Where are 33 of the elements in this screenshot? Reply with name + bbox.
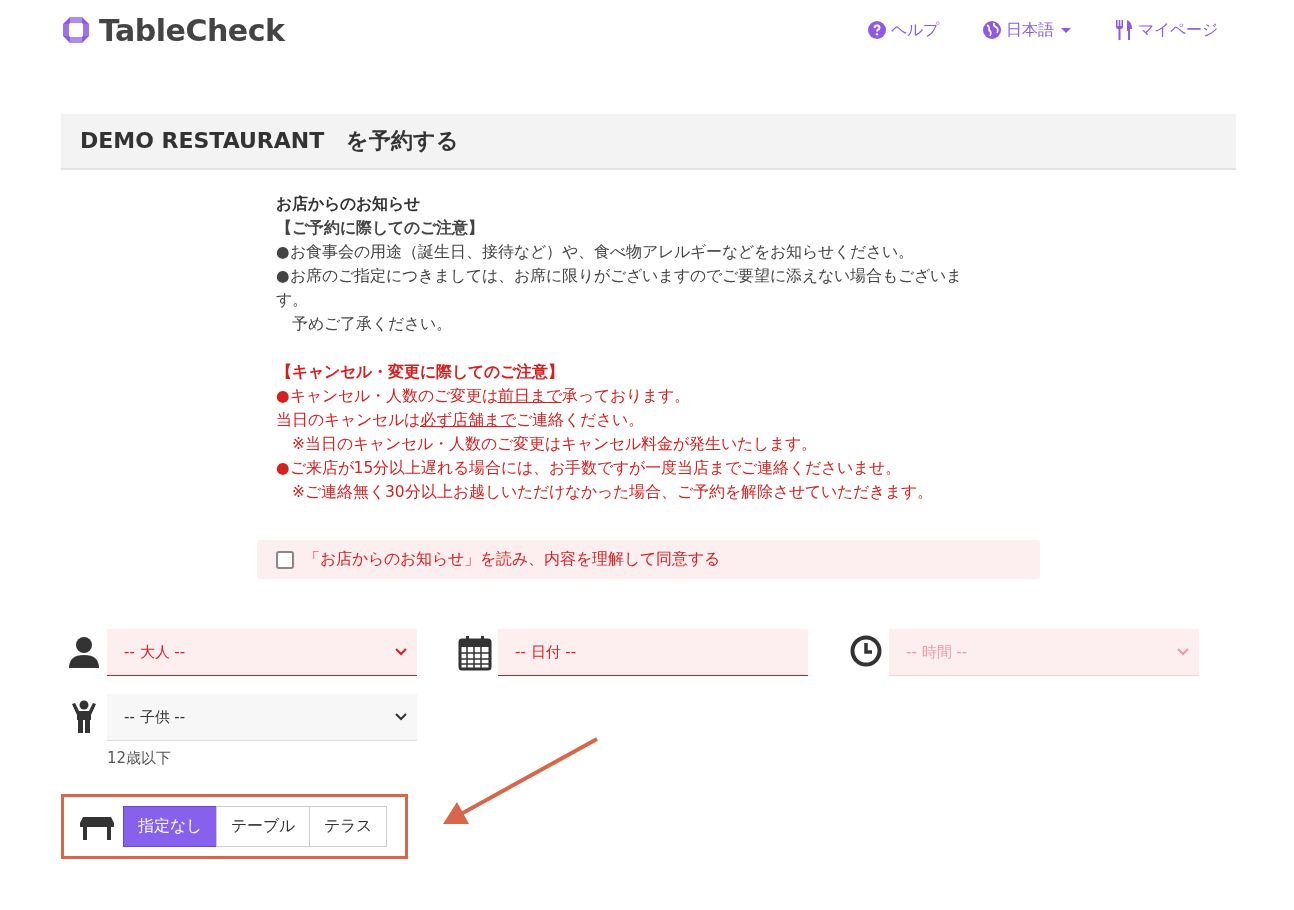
select-field[interactable]: -- 子供 -- xyxy=(107,694,417,741)
logo-icon xyxy=(61,15,91,45)
notice-heading: 【キャンセル・変更に際してのご注意】 xyxy=(276,362,565,383)
notice-text: ※当日のキャンセル・人数のご変更はキャンセル料金が発生いたします。 xyxy=(291,434,818,455)
nav-link[interactable]: ヘルプ xyxy=(868,19,939,41)
seating-option[interactable]: 指定なし xyxy=(123,806,217,847)
chevron-down-icon xyxy=(395,648,407,656)
chevron-down-icon xyxy=(1177,648,1189,656)
seating-option[interactable]: テラス xyxy=(309,806,387,847)
notice-text: 当日のキャンセルは必ず店舗までご連絡ください。 xyxy=(276,410,645,431)
seating-option[interactable]: テーブル xyxy=(216,806,310,847)
chevron-down-icon xyxy=(395,713,407,721)
field-hint: 12歳以下 xyxy=(107,749,173,768)
nav-link[interactable]: 日本語 xyxy=(983,19,1071,41)
agree-label: 「お店からのお知らせ」を読み、内容を理解して同意する xyxy=(304,549,720,570)
caret-icon xyxy=(1061,27,1071,33)
date-field[interactable]: -- 日付 -- xyxy=(498,629,808,676)
notice-heading: 【ご予約に際してのご注意】 xyxy=(276,218,485,239)
nav-link[interactable]: マイページ xyxy=(1115,19,1218,41)
logo-text: TableCheck xyxy=(99,12,285,48)
notice-text: ※ご連絡無く30分以上お越しいただけなかった場合、ご予約を解除させていただきます。 xyxy=(291,482,934,503)
notice-text: ●ご来店が15分以上遅れる場合には、お手数ですが一度当店までご連絡くださいませ。 xyxy=(276,458,903,479)
page-title: DEMO RESTAURANT を予約する xyxy=(61,114,1236,170)
notice-title: お店からのお知らせ xyxy=(276,194,421,215)
agree-checkbox[interactable] xyxy=(276,550,294,569)
select-field[interactable]: -- 大人 -- xyxy=(107,629,417,676)
help-icon xyxy=(868,21,886,39)
notice-text: ●キャンセル・人数のご変更は前日まで承っております。 xyxy=(276,386,691,407)
notice-text: ●お席のご指定につきましては、お席に限りがございますのでご要望に添えない場合もございます。 xyxy=(276,266,963,311)
notice-text: 予めご了承ください。 xyxy=(291,314,453,335)
notice-text: ●お食事会の用途（誕生日、接待など）や、食べ物アレルギーなどをお知らせください。 xyxy=(276,242,915,263)
globe-icon xyxy=(983,21,1001,39)
fork-knife-icon xyxy=(1115,20,1133,40)
